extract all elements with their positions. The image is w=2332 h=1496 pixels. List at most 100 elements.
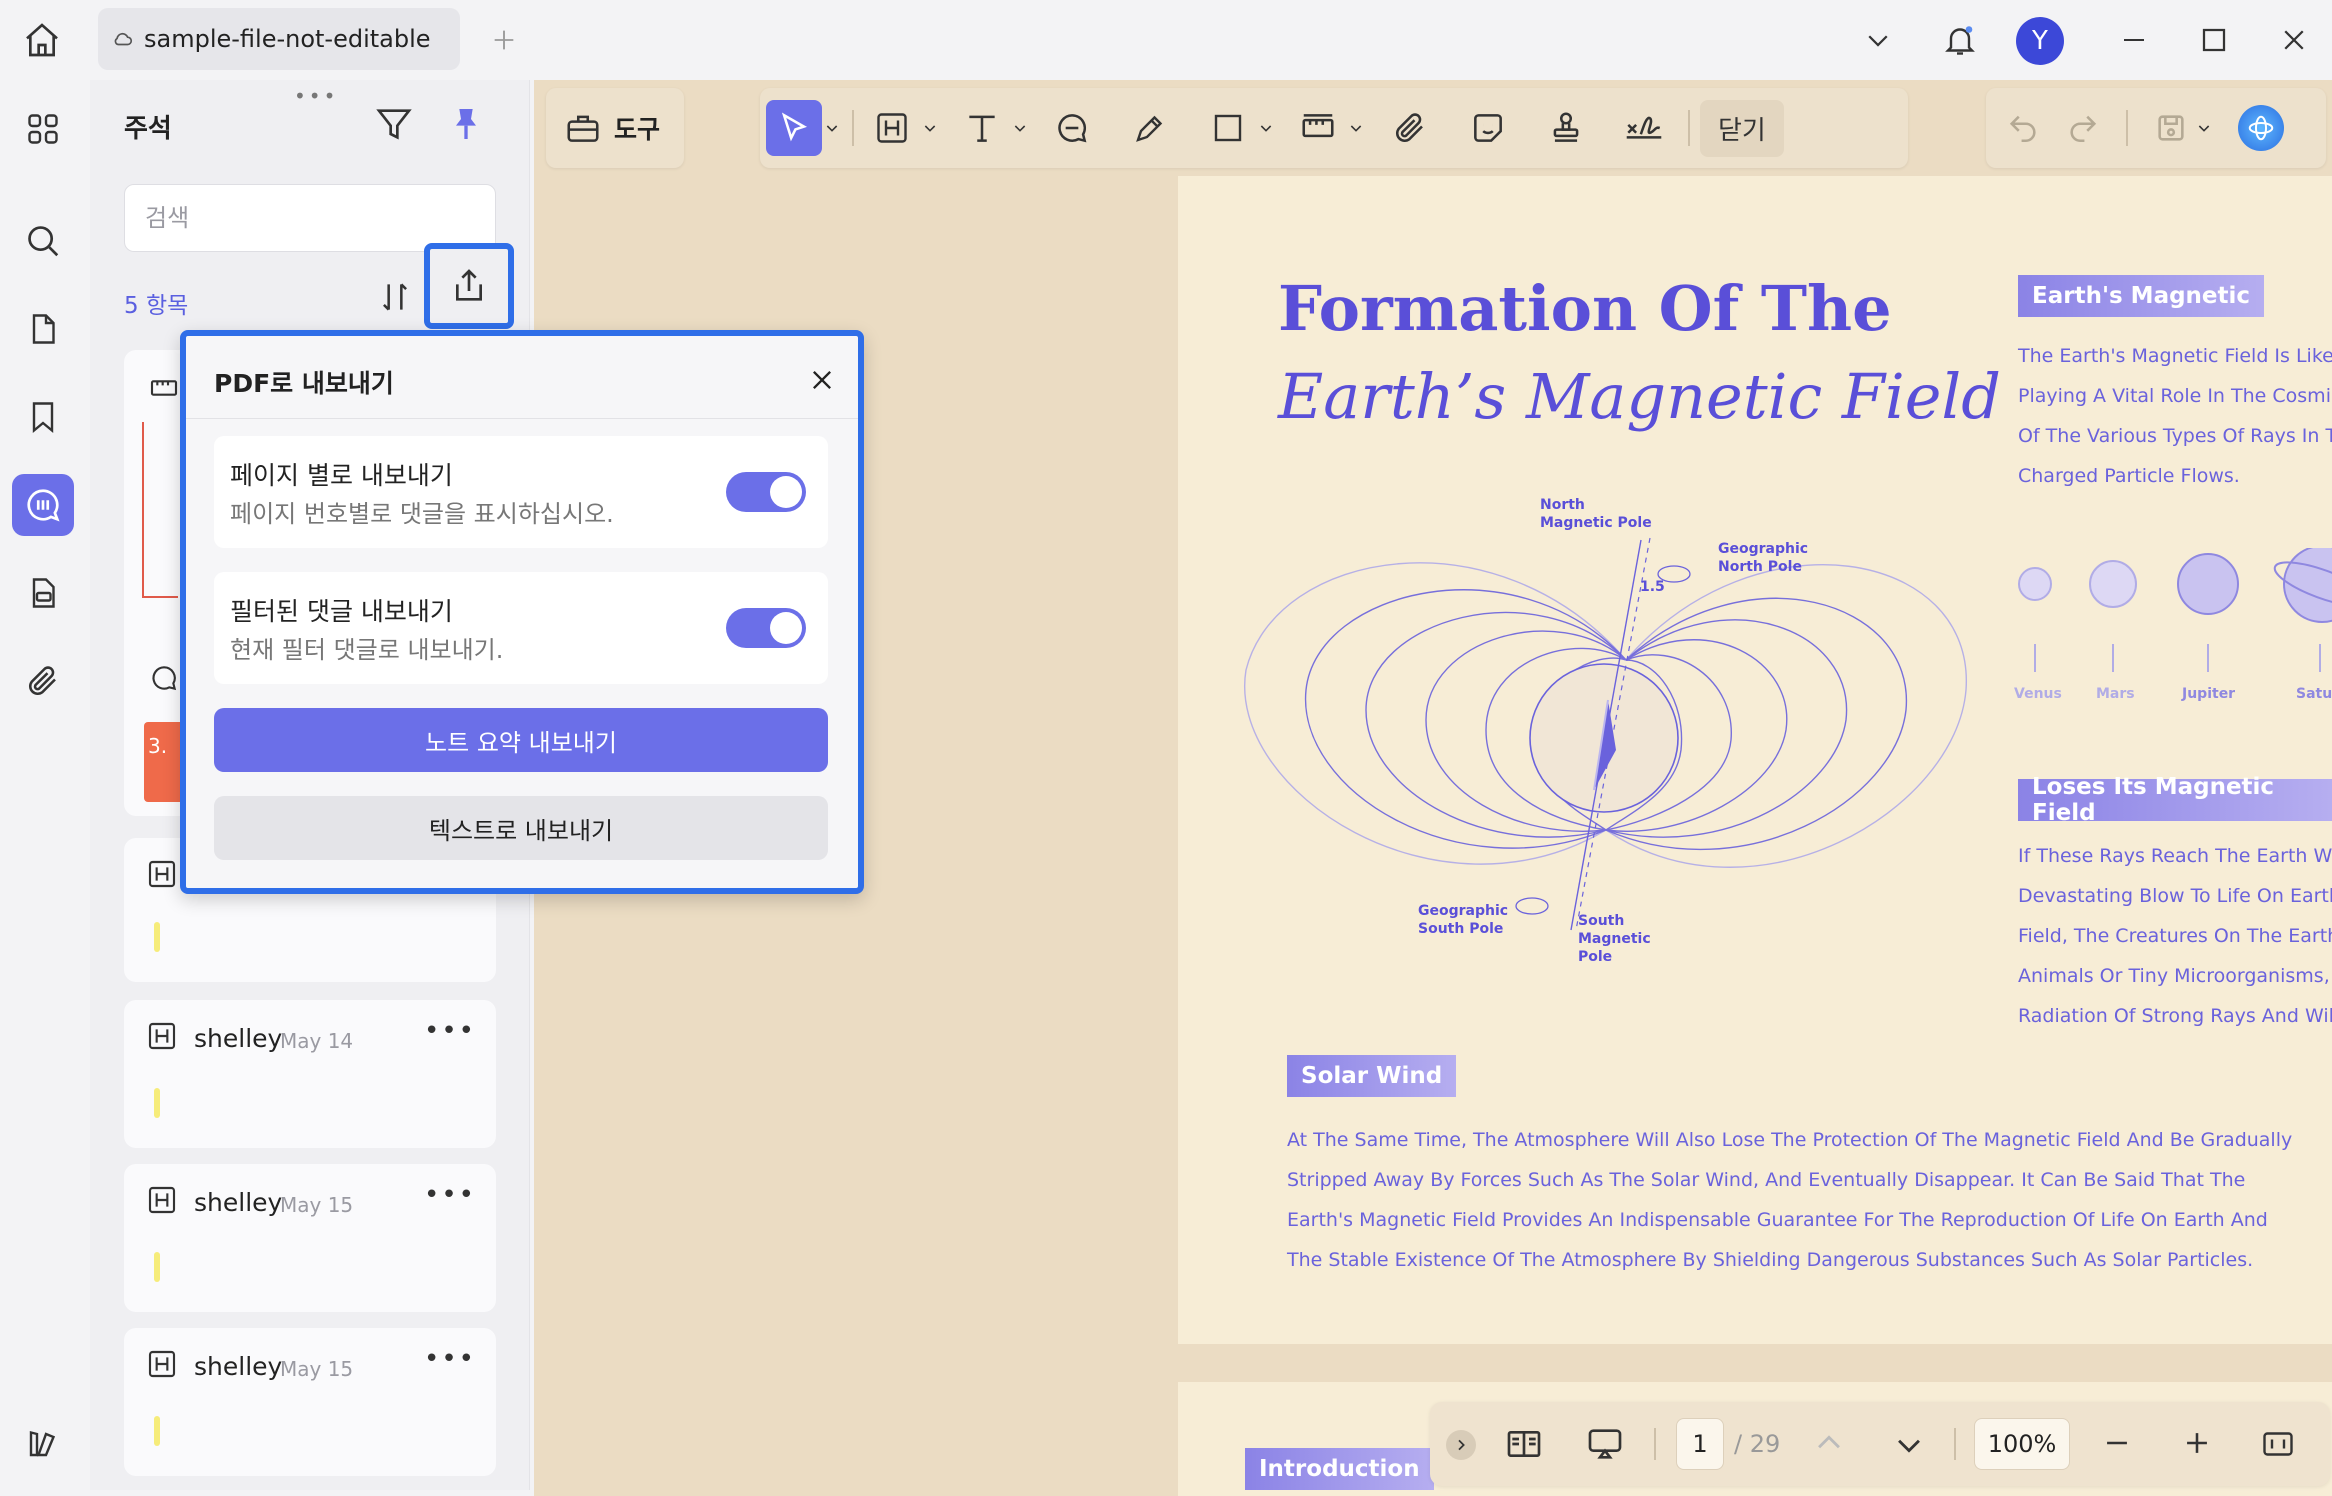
- cloud-icon: [114, 32, 133, 46]
- user-avatar[interactable]: Y: [2016, 17, 2064, 65]
- attachment-icon[interactable]: [12, 650, 74, 712]
- sort-icon[interactable]: [376, 278, 414, 316]
- cursor-icon: [781, 112, 808, 142]
- card-author: shelley: [194, 1188, 283, 1217]
- reading-mode-icon[interactable]: [1504, 1424, 1544, 1464]
- expand-icon[interactable]: [1446, 1430, 1476, 1460]
- document-icon[interactable]: [12, 562, 74, 624]
- new-tab-plus-icon[interactable]: [486, 22, 522, 58]
- layers-icon[interactable]: [12, 1412, 74, 1474]
- dialog-title: PDF로 내보내기: [214, 369, 394, 398]
- more-options-icon[interactable]: •••: [424, 1180, 476, 1210]
- tab-title: sample-file-not-editable: [144, 25, 431, 53]
- stamp-tool[interactable]: [1538, 100, 1594, 156]
- ruler-icon: [150, 380, 178, 396]
- planet-label: Jupiter: [2182, 686, 2236, 702]
- text-tool[interactable]: [954, 100, 1010, 156]
- section-chip-intro: Introduction: [1245, 1448, 1434, 1490]
- home-icon[interactable]: [20, 18, 64, 62]
- export-button[interactable]: [424, 243, 514, 329]
- left-rail: [0, 80, 86, 1496]
- actual-size-icon[interactable]: [2260, 1426, 2296, 1462]
- pencil-tool[interactable]: [1122, 100, 1178, 156]
- doc-title-line1: Formation Of The: [1278, 272, 1892, 345]
- annotation-card[interactable]: shelley May 15 •••: [124, 1164, 496, 1312]
- undo-icon[interactable]: [2006, 111, 2040, 145]
- pin-icon[interactable]: [446, 104, 486, 144]
- sticky-note: 3.: [144, 722, 184, 802]
- bell-icon[interactable]: [1938, 18, 1982, 62]
- more-options-icon[interactable]: •••: [424, 1016, 476, 1046]
- close-toolbar-button[interactable]: 닫기: [1700, 99, 1784, 157]
- minimize-icon[interactable]: [2112, 18, 2156, 62]
- chevron-down-icon[interactable]: [1346, 100, 1366, 156]
- chevron-down-icon[interactable]: [1856, 18, 1900, 62]
- close-window-icon[interactable]: [2272, 18, 2316, 62]
- export-filtered-toggle[interactable]: [726, 608, 806, 648]
- section-chip-solar: Solar Wind: [1287, 1055, 1457, 1097]
- card-author: shelley: [194, 1352, 283, 1381]
- close-icon[interactable]: [802, 360, 842, 400]
- comment-tool[interactable]: [1044, 100, 1100, 156]
- shape-tool[interactable]: [1200, 100, 1256, 156]
- chevron-down-icon[interactable]: [920, 100, 940, 156]
- maximize-icon[interactable]: [2192, 18, 2236, 62]
- toolbox-icon: [567, 115, 599, 142]
- attach-tool[interactable]: [1382, 100, 1438, 156]
- section-chip-magnetic: Earth's Magnetic: [2018, 275, 2265, 317]
- zoom-in-icon[interactable]: [2180, 1426, 2214, 1460]
- solar-paragraph: At The Same Time, The Atmosphere Will Al…: [1287, 1129, 2293, 1271]
- presentation-icon[interactable]: [1584, 1424, 1626, 1464]
- drag-handle[interactable]: •••: [294, 84, 338, 108]
- stamp-icon: [1553, 112, 1579, 142]
- export-text-button[interactable]: 텍스트로 내보내기: [214, 796, 828, 860]
- signature-tool[interactable]: [1616, 100, 1672, 156]
- annotation-card[interactable]: shelley May 15 •••: [124, 1328, 496, 1476]
- redo-icon[interactable]: [2066, 111, 2100, 145]
- chevron-down-icon[interactable]: [1010, 100, 1030, 156]
- document-tab[interactable]: sample-file-not-editable: [98, 8, 460, 70]
- previous-page-icon[interactable]: [1812, 1426, 1846, 1460]
- page-icon[interactable]: [12, 298, 74, 360]
- filter-icon[interactable]: [374, 104, 414, 144]
- tools-button[interactable]: 도구: [546, 88, 684, 168]
- diagram-label-angle: 1.5: [1640, 579, 1665, 595]
- chevron-down-icon[interactable]: [822, 100, 842, 156]
- chevron-down-icon[interactable]: [1256, 100, 1276, 156]
- attachment-icon: [1395, 113, 1423, 143]
- search-icon[interactable]: [12, 210, 74, 272]
- highlight-color-bar: [154, 1088, 160, 1118]
- planet-sizes-graphic: [2018, 548, 2332, 672]
- comment-icon[interactable]: [12, 474, 74, 536]
- export-by-page-toggle[interactable]: [726, 472, 806, 512]
- grid-icon[interactable]: [12, 98, 74, 160]
- more-options-icon[interactable]: •••: [424, 1344, 476, 1374]
- tools-label: 도구: [614, 115, 661, 144]
- highlight-icon: [148, 1022, 176, 1050]
- annotation-card[interactable]: shelley May 14 •••: [124, 1000, 496, 1148]
- highlight-icon: [877, 113, 907, 143]
- highlight-tool[interactable]: [864, 100, 920, 156]
- diagram-label-geo-north: Geographic North Pole: [1718, 541, 1809, 575]
- next-page-icon[interactable]: [1892, 1428, 1926, 1462]
- card-date: May 14: [280, 1029, 354, 1053]
- toolbar-separator: [2126, 110, 2128, 146]
- zoom-level[interactable]: 100%: [1974, 1418, 2070, 1470]
- search-input[interactable]: [124, 184, 496, 252]
- bookmark-icon[interactable]: [12, 386, 74, 448]
- loses-paragraph: If These Rays Reach The Earth With Devas…: [2018, 845, 2332, 1027]
- export-summary-button[interactable]: 노트 요약 내보내기: [214, 708, 828, 772]
- save-menu[interactable]: [2154, 111, 2212, 145]
- dialog-divider: [186, 418, 858, 419]
- zoom-out-icon[interactable]: [2100, 1426, 2134, 1460]
- select-tool[interactable]: [766, 100, 822, 156]
- sticker-tool[interactable]: [1460, 100, 1516, 156]
- current-page-input[interactable]: 1: [1676, 1418, 1724, 1470]
- card-author: shelley: [194, 1024, 283, 1053]
- highlight-color-bar: [154, 1252, 160, 1282]
- comment-bubble-icon: [152, 666, 177, 691]
- option-description: 현재 필터 댓글로 내보내기.: [230, 636, 504, 664]
- ai-assistant-icon[interactable]: [2238, 105, 2284, 151]
- measure-tool[interactable]: [1290, 100, 1346, 156]
- option-export-by-page: 페이지 별로 내보내기 페이지 번호별로 댓글을 표시하십시오.: [214, 436, 828, 548]
